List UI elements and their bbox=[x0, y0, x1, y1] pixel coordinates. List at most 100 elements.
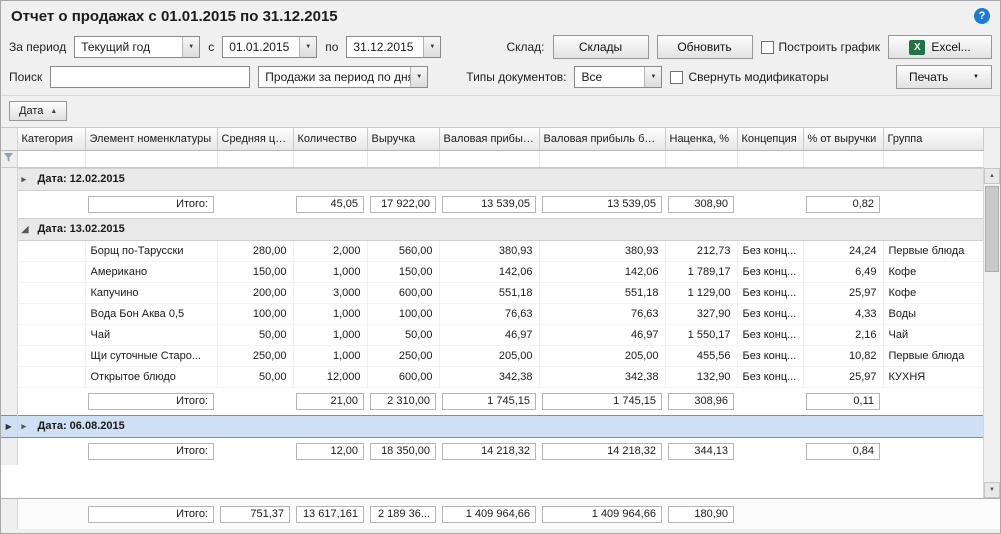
collapse-modifiers-checkbox-label: Свернуть модификаторы bbox=[688, 70, 828, 84]
date-to-dropdown-icon[interactable]: ▼ bbox=[423, 37, 440, 57]
help-icon[interactable]: ? bbox=[974, 8, 990, 24]
filter-cell[interactable] bbox=[665, 150, 737, 167]
cell-qty: 1,000 bbox=[293, 303, 367, 324]
cell-group: КУХНЯ bbox=[883, 366, 983, 387]
cell-concept: Без конц... bbox=[737, 240, 803, 261]
scroll-up-button[interactable]: ▲ bbox=[984, 168, 1000, 184]
group-row[interactable]: ▸Дата: 12.02.2015 bbox=[1, 168, 983, 190]
view-mode-dropdown-icon[interactable]: ▼ bbox=[410, 67, 427, 87]
group-row[interactable]: ▶▸Дата: 06.08.2015 bbox=[1, 415, 983, 437]
column-header[interactable]: Элемент номенклатуры bbox=[85, 128, 217, 150]
total-cell-group bbox=[883, 437, 983, 465]
scroll-thumb[interactable] bbox=[985, 186, 999, 272]
view-mode-value: Продажи за период по дням bbox=[259, 70, 410, 84]
column-header[interactable]: Валовая прибыль без... bbox=[539, 128, 665, 150]
scroll-down-button[interactable]: ▼ bbox=[984, 482, 1000, 498]
build-chart-checkbox-box[interactable] bbox=[761, 41, 774, 54]
cell-revenue: 100,00 bbox=[367, 303, 439, 324]
filter-cell[interactable] bbox=[803, 150, 883, 167]
group-chip-date[interactable]: Дата ▲ bbox=[9, 101, 67, 121]
filter-cell[interactable] bbox=[539, 150, 665, 167]
refresh-button-label: Обновить bbox=[677, 40, 731, 54]
item-row[interactable]: Вода Бон Аква 0,5100,001,000100,0076,637… bbox=[1, 303, 983, 324]
collapse-modifiers-checkbox-box[interactable] bbox=[670, 71, 683, 84]
doc-types-dropdown-icon[interactable]: ▼ bbox=[644, 67, 661, 87]
doc-types-select[interactable]: Все ▼ bbox=[574, 66, 662, 88]
group-row[interactable]: ◢Дата: 13.02.2015 bbox=[1, 218, 983, 240]
total-cell-markup: 180,90 bbox=[665, 499, 737, 529]
cell-pct: 25,97 bbox=[803, 282, 883, 303]
group-header-cell[interactable]: ◢Дата: 13.02.2015 bbox=[17, 218, 983, 240]
date-from-input[interactable]: 01.01.2015 ▼ bbox=[222, 36, 317, 58]
filter-cell[interactable] bbox=[883, 150, 983, 167]
total-value-pct: 0,84 bbox=[806, 443, 880, 460]
total-value-revenue: 2 189 36... bbox=[370, 506, 436, 523]
search-input[interactable] bbox=[50, 66, 250, 88]
item-row[interactable]: Борщ по-Тарусски280,002,000560,00380,933… bbox=[1, 240, 983, 261]
item-row[interactable]: Капучино200,003,000600,00551,18551,181 1… bbox=[1, 282, 983, 303]
column-header[interactable]: Концепция bbox=[737, 128, 803, 150]
header-indicator-cell bbox=[1, 128, 17, 150]
total-value-pct: 0,11 bbox=[806, 393, 880, 410]
cell-name: Открытое блюдо bbox=[85, 366, 217, 387]
total-cell-markup: 308,90 bbox=[665, 190, 737, 218]
cell-qty: 12,000 bbox=[293, 366, 367, 387]
collapse-modifiers-checkbox[interactable]: Свернуть модификаторы bbox=[670, 70, 828, 84]
expand-group-icon[interactable]: ▸ bbox=[22, 174, 36, 185]
grand-total-table: Итого:751,3713 617,1612 189 36...1 409 9… bbox=[1, 499, 983, 529]
filter-cell[interactable] bbox=[17, 150, 85, 167]
group-header-cell[interactable]: ▸Дата: 06.08.2015 bbox=[17, 415, 983, 437]
filter-cell[interactable] bbox=[439, 150, 539, 167]
date-to-input[interactable]: 31.12.2015 ▼ bbox=[346, 36, 441, 58]
vertical-scrollbar[interactable]: ▲ ▼ bbox=[983, 168, 1000, 498]
total-value-gross: 1 409 964,66 bbox=[442, 506, 536, 523]
total-cell-concept bbox=[737, 387, 803, 415]
warehouses-button[interactable]: Склады bbox=[553, 35, 649, 59]
total-value-revenue: 2 310,00 bbox=[370, 393, 436, 410]
build-chart-checkbox[interactable]: Построить график bbox=[761, 40, 880, 54]
group-by-panel: Дата ▲ bbox=[1, 96, 1000, 127]
filter-cell[interactable] bbox=[367, 150, 439, 167]
filter-cell[interactable] bbox=[217, 150, 293, 167]
column-header[interactable]: Наценка, % bbox=[665, 128, 737, 150]
column-header[interactable]: Количество bbox=[293, 128, 367, 150]
cell-category bbox=[17, 261, 85, 282]
filter-cell[interactable] bbox=[737, 150, 803, 167]
column-header[interactable]: Валовая прибыль bbox=[439, 128, 539, 150]
excel-button[interactable]: X Excel... bbox=[888, 35, 992, 59]
print-button[interactable]: Печать ▼ bbox=[896, 65, 992, 89]
cell-name: Щи суточные Старо... bbox=[85, 345, 217, 366]
column-header[interactable]: Группа bbox=[883, 128, 983, 150]
period-select[interactable]: Текущий год ▼ bbox=[74, 36, 200, 58]
total-value-gross: 13 539,05 bbox=[442, 196, 536, 213]
header-row: КатегорияЭлемент номенклатурыСредняя цен… bbox=[1, 128, 983, 150]
collapse-group-icon[interactable]: ◢ bbox=[22, 224, 36, 235]
total-cell-gross_wo: 1 409 964,66 bbox=[539, 499, 665, 529]
column-header[interactable]: Категория bbox=[17, 128, 85, 150]
total-cell-revenue: 2 310,00 bbox=[367, 387, 439, 415]
item-row[interactable]: Щи суточные Старо...250,001,000250,00205… bbox=[1, 345, 983, 366]
filter-cell[interactable] bbox=[85, 150, 217, 167]
cell-concept: Без конц... bbox=[737, 324, 803, 345]
total-cell-concept bbox=[737, 190, 803, 218]
period-dropdown-icon[interactable]: ▼ bbox=[182, 37, 199, 57]
expand-group-icon[interactable]: ▸ bbox=[22, 421, 36, 432]
grid-main: КатегорияЭлемент номенклатурыСредняя цен… bbox=[1, 128, 1000, 498]
date-from-dropdown-icon[interactable]: ▼ bbox=[299, 37, 316, 57]
view-mode-select[interactable]: Продажи за период по дням ▼ bbox=[258, 66, 428, 88]
refresh-button[interactable]: Обновить bbox=[657, 35, 753, 59]
group-label: Дата: 06.08.2015 bbox=[38, 420, 125, 432]
item-row[interactable]: Американо150,001,000150,00142,06142,061 … bbox=[1, 261, 983, 282]
column-header[interactable]: Средняя цена bbox=[217, 128, 293, 150]
column-header[interactable]: Выручка bbox=[367, 128, 439, 150]
item-row[interactable]: Чай50,001,00050,0046,9746,971 550,17Без … bbox=[1, 324, 983, 345]
item-row[interactable]: Открытое блюдо50,0012,000600,00342,38342… bbox=[1, 366, 983, 387]
cell-revenue: 600,00 bbox=[367, 282, 439, 303]
row-indicator bbox=[1, 499, 17, 529]
column-header[interactable]: % от выручки bbox=[803, 128, 883, 150]
filter-cell[interactable] bbox=[293, 150, 367, 167]
total-value-revenue: 17 922,00 bbox=[370, 196, 436, 213]
group-header-cell[interactable]: ▸Дата: 12.02.2015 bbox=[17, 168, 983, 190]
row-indicator bbox=[1, 437, 17, 465]
total-cell-group bbox=[883, 387, 983, 415]
